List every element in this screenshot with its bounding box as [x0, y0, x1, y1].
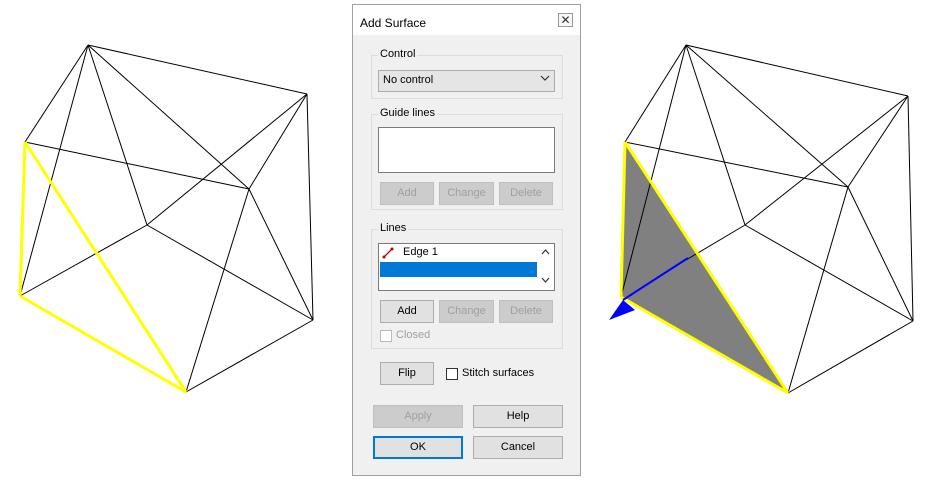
guide-delete-button[interactable]: Delete [499, 182, 553, 205]
guide-lines-group: Guide lines Add Change Delete [371, 107, 563, 210]
apply-button[interactable]: Apply [373, 405, 463, 428]
close-button[interactable]: ✕ [558, 13, 573, 27]
lines-group: Lines Edge 1 Add Change Delete Closed [371, 222, 563, 349]
closed-checkbox-label: Closed [396, 329, 431, 341]
guide-add-button[interactable]: Add [380, 182, 434, 205]
lines-delete-button[interactable]: Delete [499, 300, 553, 323]
control-dropdown-value: No control [383, 74, 434, 86]
guide-lines-group-label: Guide lines [378, 107, 438, 119]
close-icon: ✕ [560, 13, 571, 27]
lines-add-button[interactable]: Add [380, 300, 434, 323]
guide-change-button[interactable]: Change [439, 182, 494, 205]
scroll-down-icon[interactable] [541, 276, 550, 285]
closed-checkbox[interactable] [380, 330, 392, 342]
wireframe-model-left [18, 44, 314, 394]
chevron-down-icon [540, 73, 550, 86]
lines-group-label: Lines [378, 222, 409, 234]
dialog-titlebar[interactable]: Add Surface ✕ [353, 5, 580, 35]
viewport-left[interactable] [0, 0, 340, 484]
ok-button[interactable]: OK [373, 436, 463, 459]
viewport-right[interactable] [590, 0, 927, 484]
wireframe-model-right [609, 44, 914, 395]
selected-list-row[interactable] [380, 262, 537, 277]
stitch-surfaces-label: Stitch surfaces [462, 367, 535, 379]
cancel-button[interactable]: Cancel [473, 436, 563, 459]
list-item[interactable]: Edge 1 [403, 246, 438, 258]
scroll-up-icon[interactable] [541, 248, 550, 257]
lines-list[interactable]: Edge 1 [378, 243, 555, 291]
guide-lines-list[interactable] [378, 127, 555, 173]
control-dropdown[interactable]: No control [378, 70, 555, 92]
dialog-title: Add Surface [360, 16, 427, 30]
selected-edge-highlight [18, 141, 188, 394]
help-button[interactable]: Help [473, 405, 563, 428]
edge-icon [382, 247, 394, 262]
add-surface-dialog: Add Surface ✕ Control No control Guide l… [352, 4, 581, 476]
dialog-body: Control No control Guide lines Add Chang… [358, 35, 575, 471]
lines-change-button[interactable]: Change [439, 300, 494, 323]
flip-button[interactable]: Flip [380, 362, 434, 385]
control-group-label: Control [378, 48, 418, 60]
stitch-surfaces-checkbox[interactable] [446, 368, 458, 380]
control-group: Control No control [371, 48, 563, 99]
